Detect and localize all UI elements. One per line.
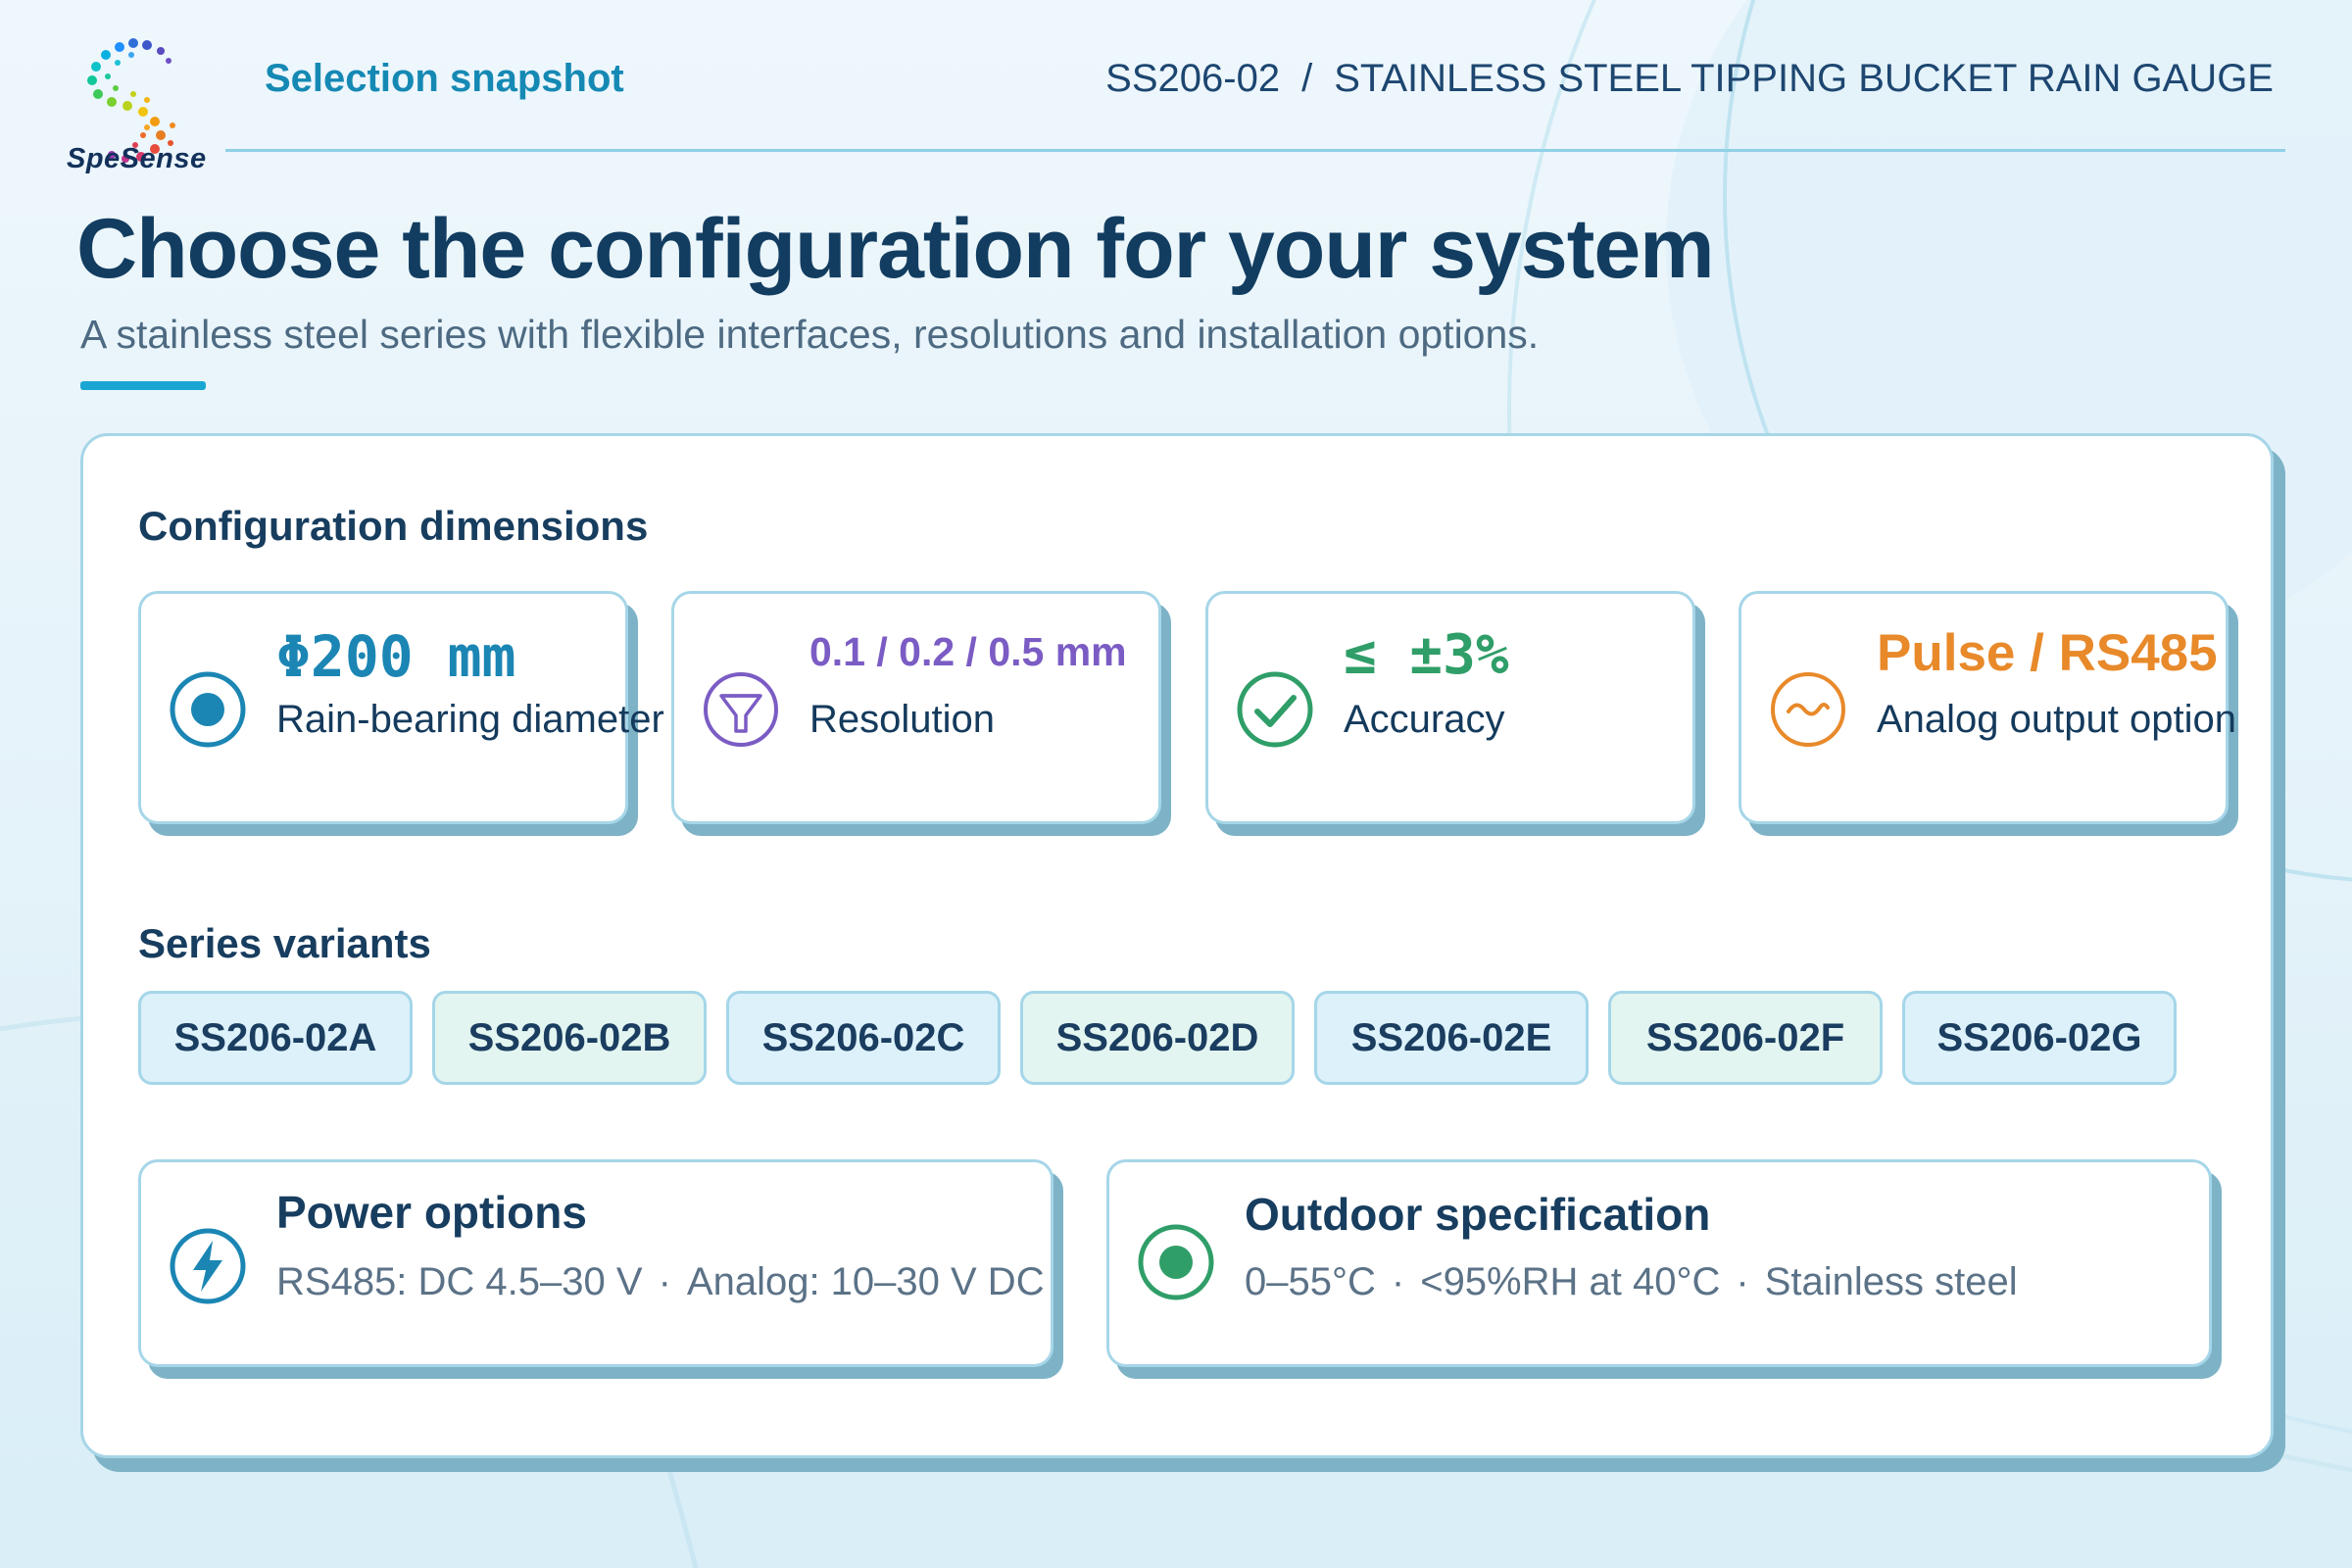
power-options-title: Power options [276,1187,587,1238]
page-title: Choose the configuration for your system [76,202,1715,296]
dimensions-section-title: Configuration dimensions [138,503,649,549]
resolution-value: 0.1 / 0.2 / 0.5 mm [809,629,1127,674]
output-value: Pulse / RS485 [1877,624,2218,682]
variant-chip[interactable]: SS206-02C [726,991,1001,1085]
dimension-card-accuracy[interactable]: ≤ ±3% Accuracy [1205,591,1695,824]
power-options-details: RS485: DC 4.5–30 V · Analog: 10–30 V DC [276,1260,1045,1304]
dimension-card-resolution[interactable]: 0.1 / 0.2 / 0.5 mm Resolution [671,591,1161,824]
power-rs485: RS485: DC 4.5–30 V [276,1260,643,1303]
outdoor-material: Stainless steel [1764,1260,2018,1303]
outdoor-spec-details: 0–55°C · <95%RH at 40°C · Stainless steel [1245,1260,2018,1304]
variant-chip[interactable]: SS206-02B [432,991,707,1085]
check-circle-icon [1237,671,1313,748]
page-subtitle: A stainless steel series with flexible i… [80,312,1540,357]
variant-chip[interactable]: SS206-02A [138,991,413,1085]
breadcrumb-model: SS206-02 [1105,57,1281,100]
diameter-label: Rain-bearing diameter [276,698,664,741]
brand-logo-text: SpeSense [67,143,207,174]
outdoor-spec-card[interactable]: Outdoor specification 0–55°C · <95%RH at 4… [1106,1159,2212,1367]
power-analog: Analog: 10–30 V DC [686,1260,1045,1303]
accuracy-value: ≤ ±3% [1344,623,1509,687]
green-dot-icon [1138,1224,1214,1300]
selection-snapshot-label: Selection snapshot [265,57,624,100]
variants-section-title: Series variants [138,920,431,966]
funnel-icon [704,672,778,747]
outdoor-temperature: 0–55°C [1245,1260,1376,1303]
lightning-icon [170,1228,246,1304]
outdoor-humidity: <95%RH at 40°C [1420,1260,1721,1303]
separator-dot: · [1736,1260,1749,1303]
breadcrumb-product: STAINLESS STEEL TIPPING BUCKET RAIN GAUG… [1334,57,2274,100]
breadcrumb-separator: / [1301,57,1313,100]
dimension-card-output[interactable]: Pulse / RS485 Analog output option [1739,591,2236,824]
title-accent-bar [80,381,206,390]
header-divider [225,149,2285,152]
diameter-value: Φ200 mm [276,623,516,690]
configuration-panel: Configuration dimensions Φ200 mm Rain-be… [80,433,2274,1458]
variant-chip[interactable]: SS206-02E [1314,991,1589,1085]
output-label: Analog output option [1877,698,2236,741]
signal-wave-icon [1771,672,1845,747]
variant-chip[interactable]: SS206-02D [1020,991,1295,1085]
separator-dot: · [1391,1260,1405,1303]
resolution-label: Resolution [809,698,996,741]
variant-chip[interactable]: SS206-02G [1902,991,2177,1085]
variant-chip[interactable]: SS206-02F [1608,991,1883,1085]
breadcrumb: SS206-02 / STAINLESS STEEL TIPPING BUCKET … [1105,57,2274,101]
outdoor-spec-title: Outdoor specification [1245,1189,1711,1240]
power-options-card[interactable]: Power options RS485: DC 4.5–30 V · Analog:… [138,1159,1054,1367]
radio-dot-icon [170,671,246,748]
separator-dot: · [658,1260,671,1303]
accuracy-label: Accuracy [1344,698,1505,741]
dimension-card-diameter[interactable]: Φ200 mm Rain-bearing diameter [138,591,664,824]
